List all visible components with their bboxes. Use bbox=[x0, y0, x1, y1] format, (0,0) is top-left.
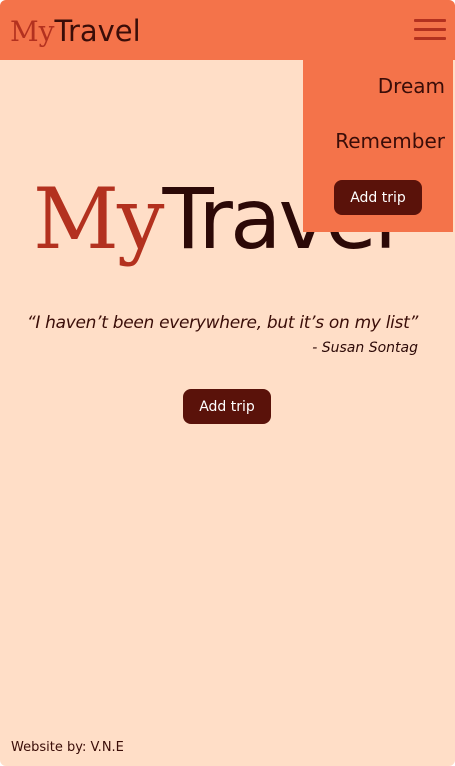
brand-my: My bbox=[10, 15, 55, 48]
brand-travel: Travel bbox=[54, 14, 141, 48]
top-navbar: My Travel bbox=[0, 0, 455, 60]
hamburger-menu-icon[interactable] bbox=[414, 18, 446, 42]
page: My Travel “I haven’t been everywhere, bu… bbox=[0, 0, 455, 766]
menu-add-trip-button[interactable]: Add trip bbox=[334, 180, 422, 215]
add-trip-button[interactable]: Add trip bbox=[183, 389, 271, 424]
brand-logo[interactable]: My Travel bbox=[10, 14, 141, 50]
hero-title-my: My bbox=[33, 170, 164, 268]
menu-item-remember[interactable]: Remember bbox=[335, 129, 445, 153]
dropdown-menu: Dream Remember Add trip bbox=[303, 60, 453, 232]
menu-item-dream[interactable]: Dream bbox=[378, 74, 445, 98]
quote-author: - Susan Sontag bbox=[312, 340, 418, 356]
hero-quote: “I haven’t been everywhere, but it’s on … bbox=[26, 313, 418, 333]
footer-credit: Website by: V.N.E bbox=[11, 740, 124, 755]
